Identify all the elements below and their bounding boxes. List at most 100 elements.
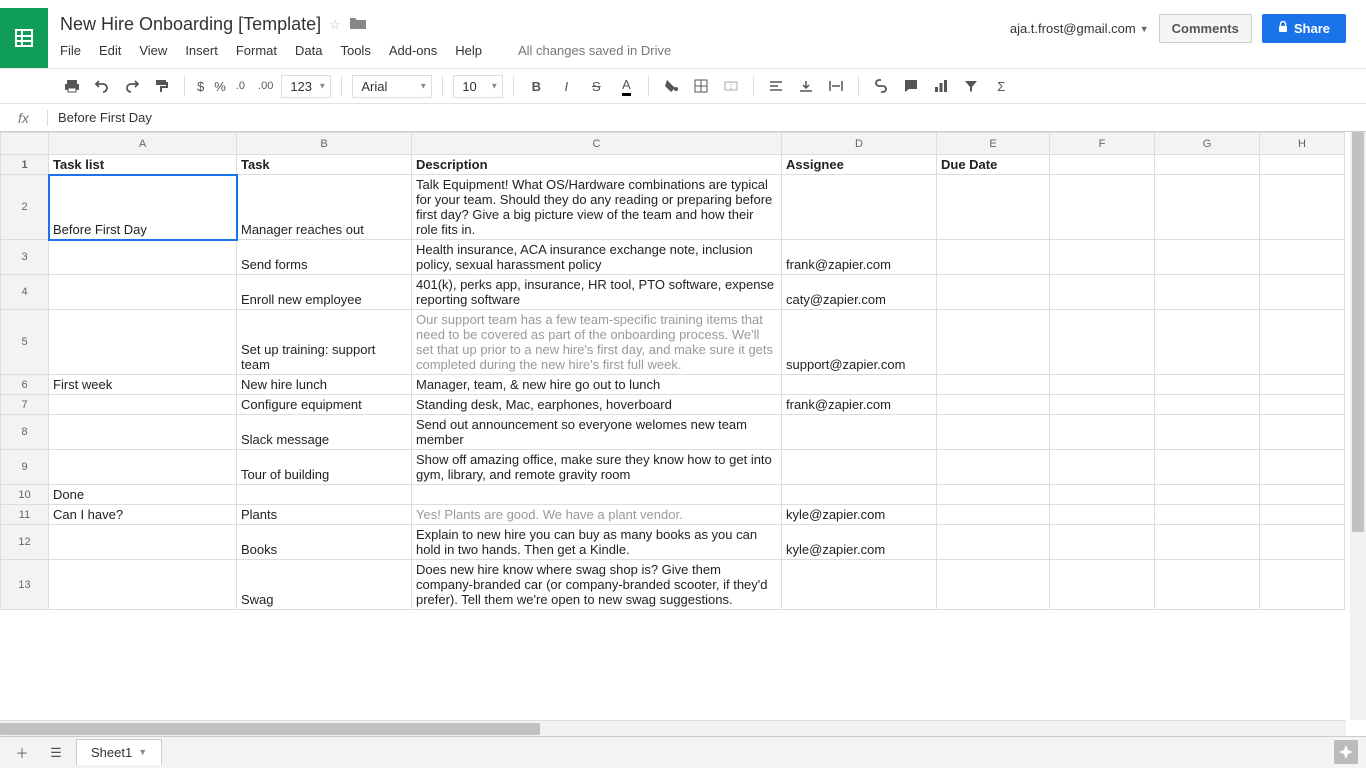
cell[interactable] — [937, 275, 1050, 310]
menu-insert[interactable]: Insert — [185, 43, 218, 58]
italic-icon[interactable]: I — [554, 74, 578, 98]
cell[interactable] — [1050, 395, 1155, 415]
cell[interactable] — [1050, 415, 1155, 450]
fx-icon[interactable]: fx — [0, 110, 48, 126]
cell[interactable]: Explain to new hire you can buy as many … — [412, 525, 782, 560]
increase-decimal-icon[interactable]: .00 — [256, 80, 275, 92]
cell[interactable]: Assignee — [782, 155, 937, 175]
cell[interactable]: kyle@zapier.com — [782, 525, 937, 560]
account-menu[interactable]: aja.t.frost@gmail.com ▼ — [1010, 21, 1149, 36]
cell[interactable] — [49, 240, 237, 275]
paint-format-icon[interactable] — [150, 74, 174, 98]
cell[interactable] — [1260, 275, 1345, 310]
cell[interactable]: Our support team has a few team-specific… — [412, 310, 782, 375]
spreadsheet-grid[interactable]: A B C D E F G H 1 Task list Task Descrip… — [0, 132, 1345, 610]
cell[interactable]: Done — [49, 485, 237, 505]
cell[interactable]: frank@zapier.com — [782, 240, 937, 275]
row-header[interactable]: 3 — [1, 240, 49, 275]
cell[interactable]: support@zapier.com — [782, 310, 937, 375]
number-format-select[interactable]: 123▼ — [281, 75, 331, 98]
cell[interactable] — [1260, 310, 1345, 375]
comments-button[interactable]: Comments — [1159, 14, 1252, 43]
insert-comment-icon[interactable] — [899, 74, 923, 98]
cell[interactable]: Plants — [237, 505, 412, 525]
cell[interactable]: Task — [237, 155, 412, 175]
star-icon[interactable]: ☆ — [329, 17, 341, 33]
cell[interactable] — [1050, 310, 1155, 375]
share-button[interactable]: Share — [1262, 14, 1346, 43]
font-select[interactable]: Arial▼ — [352, 75, 432, 98]
functions-icon[interactable]: Σ — [989, 74, 1013, 98]
cell[interactable]: Health insurance, ACA insurance exchange… — [412, 240, 782, 275]
cell[interactable] — [1050, 485, 1155, 505]
col-header-B[interactable]: B — [237, 133, 412, 155]
cell[interactable] — [937, 395, 1050, 415]
cell[interactable] — [1260, 525, 1345, 560]
cell[interactable] — [49, 275, 237, 310]
cell[interactable] — [1050, 275, 1155, 310]
cell[interactable] — [937, 525, 1050, 560]
cell[interactable] — [937, 175, 1050, 240]
vertical-scrollbar[interactable] — [1350, 132, 1366, 720]
menu-view[interactable]: View — [139, 43, 167, 58]
undo-icon[interactable] — [90, 74, 114, 98]
row-header[interactable]: 13 — [1, 560, 49, 610]
cell[interactable] — [1050, 560, 1155, 610]
col-header-A[interactable]: A — [49, 133, 237, 155]
percent-format-icon[interactable]: % — [212, 79, 228, 94]
cell[interactable]: First week — [49, 375, 237, 395]
cell[interactable] — [782, 560, 937, 610]
row-header[interactable]: 9 — [1, 450, 49, 485]
cell[interactable] — [49, 525, 237, 560]
horizontal-scrollbar[interactable] — [0, 720, 1346, 736]
cell[interactable]: Talk Equipment! What OS/Hardware combina… — [412, 175, 782, 240]
row-header[interactable]: 1 — [1, 155, 49, 175]
cell[interactable]: Tour of building — [237, 450, 412, 485]
merge-cells-icon[interactable] — [719, 74, 743, 98]
cell[interactable] — [782, 175, 937, 240]
cell[interactable]: Swag — [237, 560, 412, 610]
cell[interactable] — [49, 415, 237, 450]
sheet-tab[interactable]: Sheet1 ▼ — [76, 739, 162, 765]
cell[interactable] — [1050, 505, 1155, 525]
col-header-D[interactable]: D — [782, 133, 937, 155]
col-header-H[interactable]: H — [1260, 133, 1345, 155]
cell[interactable]: Does new hire know where swag shop is? G… — [412, 560, 782, 610]
row-header[interactable]: 6 — [1, 375, 49, 395]
row-header[interactable]: 11 — [1, 505, 49, 525]
h-align-icon[interactable] — [764, 74, 788, 98]
cell[interactable] — [1155, 395, 1260, 415]
cell[interactable] — [1050, 155, 1155, 175]
bold-icon[interactable]: B — [524, 74, 548, 98]
cell[interactable] — [1260, 485, 1345, 505]
cell[interactable] — [1260, 560, 1345, 610]
cell[interactable]: Yes! Plants are good. We have a plant ve… — [412, 505, 782, 525]
add-sheet-icon[interactable]: ＋ — [8, 741, 36, 765]
cell[interactable] — [1260, 155, 1345, 175]
v-align-icon[interactable] — [794, 74, 818, 98]
cell[interactable]: Standing desk, Mac, earphones, hoverboar… — [412, 395, 782, 415]
cell[interactable] — [1050, 240, 1155, 275]
formula-input[interactable]: Before First Day — [48, 106, 1366, 129]
cell[interactable]: Task list — [49, 155, 237, 175]
cell[interactable]: Send forms — [237, 240, 412, 275]
menu-tools[interactable]: Tools — [340, 43, 370, 58]
cell[interactable] — [1155, 175, 1260, 240]
cell[interactable] — [412, 485, 782, 505]
redo-icon[interactable] — [120, 74, 144, 98]
row-header[interactable]: 12 — [1, 525, 49, 560]
cell[interactable] — [1155, 275, 1260, 310]
text-color-icon[interactable]: A — [614, 74, 638, 98]
cell[interactable]: frank@zapier.com — [782, 395, 937, 415]
currency-format-icon[interactable]: $ — [195, 79, 206, 94]
menu-format[interactable]: Format — [236, 43, 277, 58]
cell[interactable] — [1260, 375, 1345, 395]
cell[interactable] — [49, 560, 237, 610]
cell[interactable] — [1050, 175, 1155, 240]
cell[interactable] — [1155, 450, 1260, 485]
cell[interactable] — [1260, 505, 1345, 525]
borders-icon[interactable] — [689, 74, 713, 98]
row-header[interactable]: 5 — [1, 310, 49, 375]
col-header-C[interactable]: C — [412, 133, 782, 155]
cell[interactable] — [1155, 525, 1260, 560]
